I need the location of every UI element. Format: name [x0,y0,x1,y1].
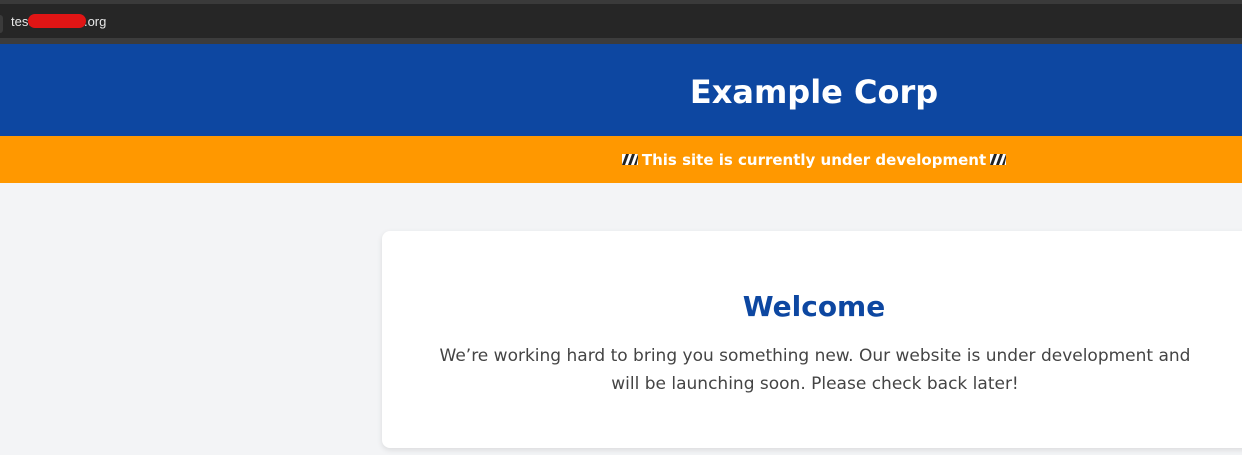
url-suffix: .org [83,14,107,29]
development-banner: This site is currently under development [0,136,1242,183]
construction-icon [990,154,1007,165]
banner-text: This site is currently under development [641,151,987,169]
site-title: Example Corp [689,73,939,111]
url-text[interactable]: test .org [11,13,106,31]
construction-icon [621,154,638,165]
site-header: Example Corp [0,44,1242,136]
url-redaction-mark [27,14,86,28]
address-bar-edge [0,15,3,33]
welcome-heading: Welcome [742,290,886,323]
banner-content: This site is currently under development [386,150,1242,170]
browser-address-bar[interactable]: test .org [0,4,1242,39]
welcome-card: Welcome We’re working hard to bring you … [382,231,1242,448]
welcome-message: We’re working hard to bring you somethin… [439,346,1191,394]
